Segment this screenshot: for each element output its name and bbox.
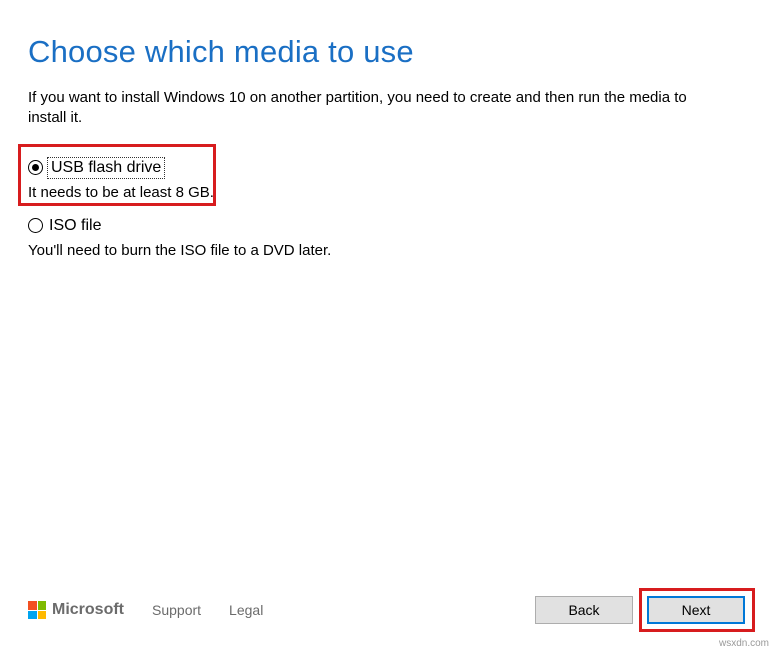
footer-left: Microsoft Support Legal xyxy=(28,601,263,619)
microsoft-text: Microsoft xyxy=(52,601,124,619)
option-usb-desc: It needs to be at least 8 GB. xyxy=(28,184,745,201)
option-usb[interactable]: USB flash drive It needs to be at least … xyxy=(28,159,745,201)
option-usb-label: USB flash drive xyxy=(49,159,163,177)
page-title: Choose which media to use xyxy=(28,34,745,70)
legal-link[interactable]: Legal xyxy=(229,602,263,618)
next-button[interactable]: Next xyxy=(647,596,745,624)
option-iso-label: ISO file xyxy=(49,217,101,235)
microsoft-logo-icon xyxy=(28,601,46,619)
page-subtitle: If you want to install Windows 10 on ano… xyxy=(28,88,728,129)
watermark: wsxdn.com xyxy=(719,638,769,649)
option-iso[interactable]: ISO file You'll need to burn the ISO fil… xyxy=(28,217,745,259)
radio-usb[interactable] xyxy=(28,160,43,175)
support-link[interactable]: Support xyxy=(152,602,201,618)
option-iso-desc: You'll need to burn the ISO file to a DV… xyxy=(28,242,745,259)
microsoft-brand: Microsoft xyxy=(28,601,124,619)
radio-iso[interactable] xyxy=(28,218,43,233)
back-button[interactable]: Back xyxy=(535,596,633,624)
footer-right: Back Next xyxy=(535,596,745,624)
footer: Microsoft Support Legal Back Next xyxy=(0,596,773,624)
